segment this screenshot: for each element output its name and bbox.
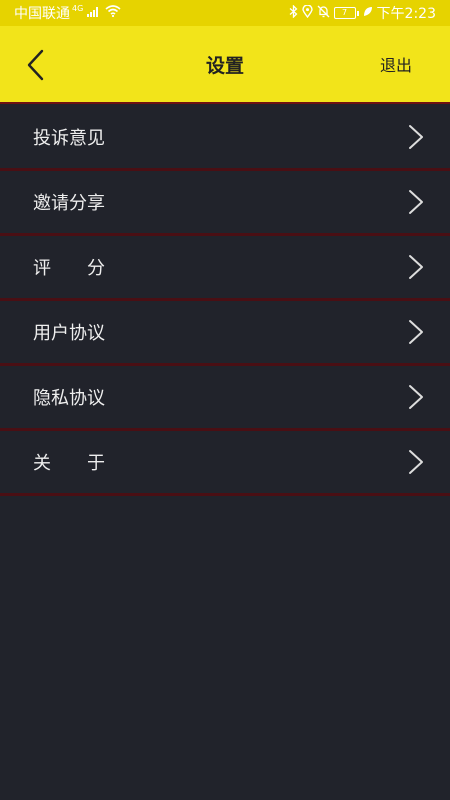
list-item-about[interactable]: 关 于: [0, 431, 450, 496]
battery-level: 7: [333, 7, 356, 19]
list-item-complaint[interactable]: 投诉意见: [0, 106, 450, 171]
list-item-invite-share[interactable]: 邀请分享: [0, 171, 450, 236]
location-icon: [301, 3, 313, 22]
status-left: 中国联通 4G: [14, 3, 121, 23]
chevron-right-icon: [406, 253, 426, 281]
list-item-label: 关 于: [33, 453, 105, 474]
chevron-right-icon: [406, 383, 426, 411]
battery-tip: [356, 10, 359, 16]
chevron-right-icon: [406, 448, 426, 476]
battery-icon: 7: [333, 7, 359, 19]
signal-icon: [87, 5, 101, 21]
list-item-label: 投诉意见: [33, 128, 105, 149]
header-bar: 设置 退出: [0, 26, 450, 104]
list-item-label: 隐私协议: [33, 388, 105, 409]
carrier-name: 中国联通: [14, 6, 70, 22]
chevron-right-icon: [406, 123, 426, 151]
status-bar: 中国联通 4G 7 下午2:23: [0, 0, 450, 26]
settings-list: 投诉意见 邀请分享 评 分 用户协议 隐私协议 关 于: [0, 106, 450, 496]
list-item-user-agreement[interactable]: 用户协议: [0, 301, 450, 366]
list-item-rating[interactable]: 评 分: [0, 236, 450, 301]
network-type: 4G: [72, 3, 84, 13]
chevron-right-icon: [406, 318, 426, 346]
list-item-privacy-agreement[interactable]: 隐私协议: [0, 366, 450, 431]
list-item-label: 用户协议: [33, 323, 105, 344]
settings-screen: 中国联通 4G 7 下午2:23 设置 退出 投诉意见 邀请分享 评 分 用户协…: [0, 0, 450, 800]
wifi-icon: [105, 5, 121, 21]
list-item-label: 邀请分享: [33, 193, 105, 214]
bluetooth-icon: [289, 3, 298, 22]
leaf-icon: [363, 5, 373, 21]
status-right: 7 下午2:23: [289, 3, 436, 23]
chevron-right-icon: [406, 188, 426, 216]
bell-off-icon: [317, 5, 330, 22]
back-button[interactable]: [18, 46, 54, 84]
clock-time: 下午2:23: [376, 6, 436, 22]
logout-button[interactable]: 退出: [380, 26, 412, 104]
list-item-label: 评 分: [33, 258, 105, 279]
chevron-left-icon: [27, 49, 44, 81]
